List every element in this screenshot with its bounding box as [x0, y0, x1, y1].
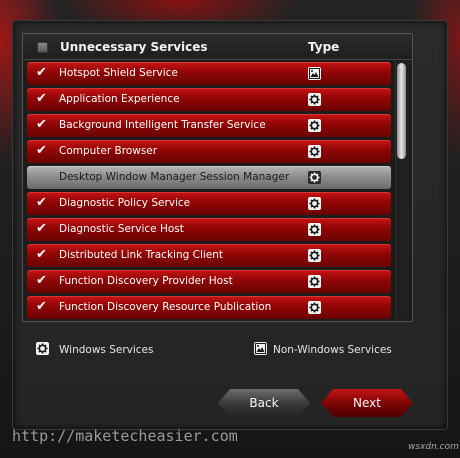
service-checkbox[interactable]: ✔ [36, 195, 47, 210]
watermark-logo: wsxdn.com [408, 442, 459, 452]
service-row[interactable]: ✔ Diagnostic Policy Service [27, 192, 391, 215]
scrollbar-thumb[interactable] [397, 63, 406, 159]
service-row[interactable]: ✔ Background Intelligent Transfer Service [27, 114, 391, 137]
non-windows-service-icon [254, 342, 267, 355]
windows-service-icon [308, 93, 321, 106]
service-checkbox[interactable]: ✔ [36, 117, 47, 132]
windows-service-icon [36, 342, 49, 355]
service-checkbox[interactable]: ✔ [36, 299, 47, 314]
service-name: Background Intelligent Transfer Service [59, 119, 266, 131]
legend-non-windows-services: Non-Windows Services [273, 344, 392, 356]
next-button[interactable]: Next [321, 389, 413, 417]
windows-service-icon [308, 171, 321, 184]
windows-service-icon [308, 249, 321, 262]
service-row[interactable]: Desktop Window Manager Session Manager [27, 166, 391, 189]
service-name: Function Discovery Resource Publication [59, 301, 272, 313]
select-all-checkbox[interactable] [37, 42, 48, 53]
windows-service-icon [308, 145, 321, 158]
service-name: Distributed Link Tracking Client [59, 249, 224, 261]
service-name: Diagnostic Policy Service [59, 197, 191, 209]
service-name: Application Experience [59, 93, 180, 105]
legend-windows-services: Windows Services [59, 344, 154, 356]
service-name: Desktop Window Manager Session Manager [59, 171, 290, 183]
service-checkbox[interactable]: ✔ [36, 65, 47, 80]
service-name: Computer Browser [59, 145, 158, 157]
service-row[interactable]: ✔ Hotspot Shield Service [27, 62, 391, 85]
windows-service-icon [308, 301, 321, 314]
back-button[interactable]: Back [218, 389, 310, 417]
service-row[interactable]: ✔ Diagnostic Service Host [27, 218, 391, 241]
windows-service-icon [308, 223, 321, 236]
service-checkbox[interactable]: ✔ [36, 273, 47, 288]
service-row[interactable]: ✔ Distributed Link Tracking Client [27, 244, 391, 267]
service-row[interactable]: ✔ Application Experience [27, 88, 391, 111]
service-checkbox[interactable]: ✔ [36, 143, 47, 158]
windows-service-icon [308, 275, 321, 288]
service-name: Function Discovery Provider Host [59, 275, 233, 287]
windows-service-icon [308, 197, 321, 210]
service-checkbox[interactable]: ✔ [36, 221, 47, 236]
service-name: Diagnostic Service Host [59, 223, 184, 235]
service-row[interactable]: ✔ Computer Browser [27, 140, 391, 163]
non-windows-service-icon [308, 67, 321, 80]
service-checkbox[interactable]: ✔ [36, 247, 47, 262]
service-row[interactable]: ✔ Function Discovery Provider Host [27, 270, 391, 293]
service-name: Hotspot Shield Service [59, 67, 178, 79]
service-checkbox[interactable]: ✔ [36, 91, 47, 106]
watermark-url: http://maketecheasier.com [12, 427, 238, 445]
column-header-services: Unnecessary Services [60, 40, 208, 54]
list-header: Unnecessary Services Type [23, 34, 412, 60]
windows-service-icon [308, 119, 321, 132]
service-row[interactable]: ✔ Function Discovery Resource Publication [27, 296, 391, 319]
column-header-type: Type [308, 40, 340, 54]
